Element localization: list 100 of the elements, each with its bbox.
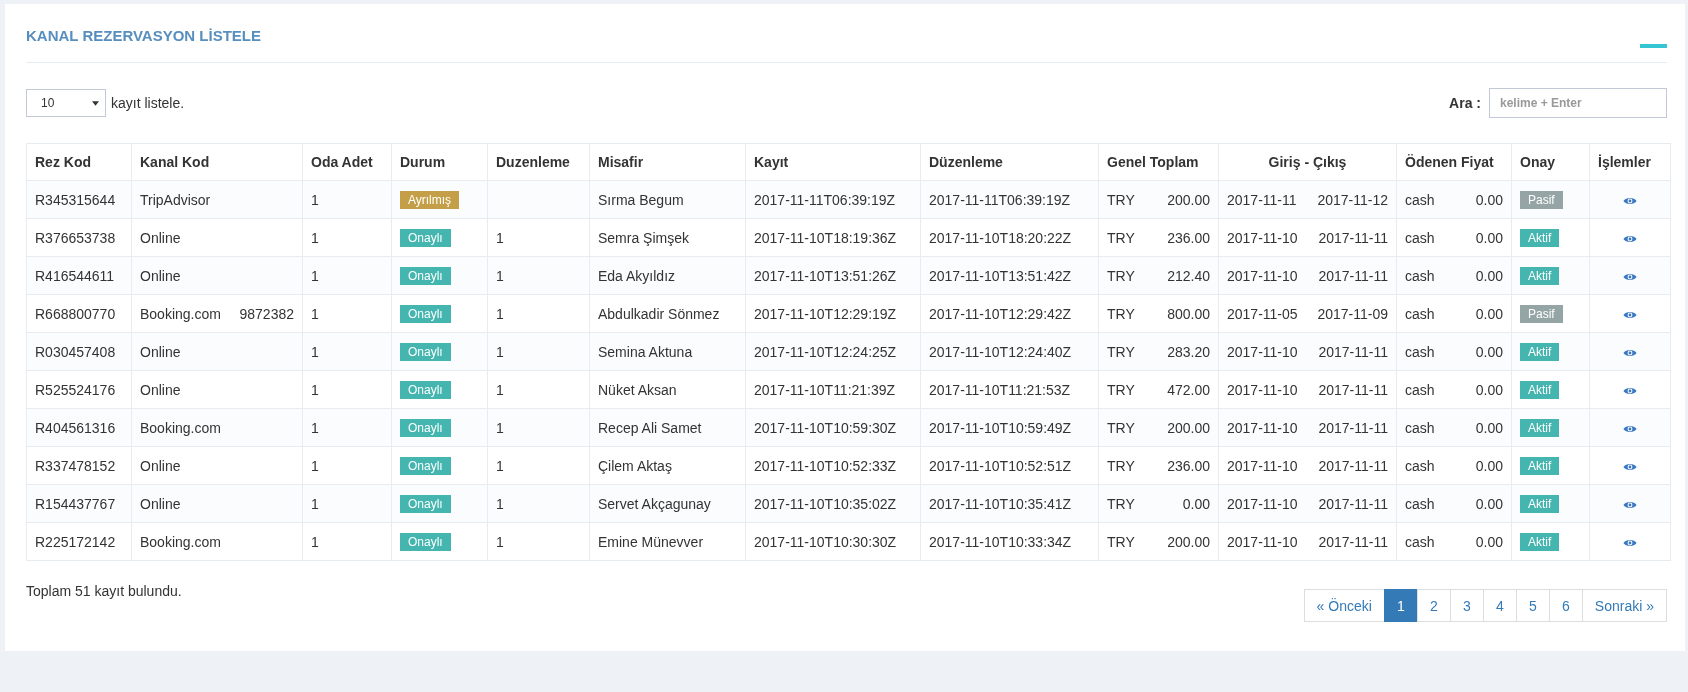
table-cell: 2017-11-10T10:52:51Z [920,446,1099,485]
paid-amount: 0.00 [1475,191,1503,208]
table-cell: 1 [302,218,392,257]
view-icon[interactable] [1623,347,1637,358]
currency: TRY [1107,533,1135,550]
table-cell: 1 [487,446,590,485]
table-cell: 2017-11-10T12:29:42Z [920,294,1099,333]
total-amount: 200.00 [1167,419,1210,436]
page-button[interactable]: 4 [1482,589,1517,622]
check-in-date: 2017-11-10 [1227,343,1298,360]
total-amount: 800.00 [1167,305,1210,322]
table-cell: R376653738 [26,218,132,257]
table-cell: R525524176 [26,370,132,409]
check-in-date: 2017-11-10 [1227,267,1298,284]
payment-method: cash [1405,533,1435,550]
paid-amount: 0.00 [1475,533,1503,550]
approval-badge: Aktif [1520,418,1560,437]
column-header: Rez Kod [26,143,132,181]
table-cell: 1 [302,408,392,447]
table-cell: 2017-11-10T10:35:41Z [920,484,1099,523]
page-button[interactable]: 3 [1449,589,1484,622]
table-cell: 1 [302,180,392,219]
check-out-date: 2017-11-11 [1318,457,1388,474]
currency: TRY [1107,457,1135,474]
channel-reference: 9872382 [239,305,294,322]
search-field[interactable]: kelime + Enter [1489,88,1667,118]
column-header: Oda Adet [302,143,392,181]
table-cell: 1 [302,446,392,485]
channel-name: Online [140,457,181,474]
column-header: Misafir [589,143,746,181]
channel-name: Online [140,381,181,398]
page-button[interactable]: 6 [1548,589,1583,622]
check-out-date: 2017-11-11 [1318,533,1388,550]
next-page-button[interactable]: Sonraki » [1581,589,1667,622]
total-amount: 0.00 [1182,495,1210,512]
page-button[interactable]: 5 [1515,589,1550,622]
view-icon[interactable] [1623,423,1637,434]
page-button[interactable]: 2 [1416,589,1451,622]
panel-title: KANAL REZERVASYON LİSTELE [26,27,262,46]
table-cell: 2017-11-10T12:29:19Z [745,294,921,333]
total-amount: 472.00 [1167,381,1210,398]
table-cell: Semina Aktuna [589,332,746,371]
view-icon[interactable] [1623,385,1637,396]
page-button[interactable]: 1 [1383,589,1418,622]
table-cell: 2017-11-10T12:24:25Z [745,332,921,371]
channel-name: Online [140,495,181,512]
table-cell: 1 [487,218,590,257]
paid-amount: 0.00 [1475,229,1503,246]
check-out-date: 2017-11-11 [1318,381,1388,398]
view-icon[interactable] [1623,499,1637,510]
currency: TRY [1107,229,1135,246]
page-size-select[interactable]: 10 [26,89,106,117]
currency: TRY [1107,267,1135,284]
channel-name: Online [140,267,181,284]
previous-page-button[interactable]: « Önceki [1303,589,1385,622]
channel-name: Online [140,343,181,360]
search-label: Ara : [1449,95,1481,111]
table-cell: Çilem Aktaş [589,446,746,485]
status-badge: Onaylı [400,494,451,513]
column-header: Ödenen Fiyat [1396,143,1512,181]
view-icon[interactable] [1623,233,1637,244]
channel-name: Booking.com [140,533,221,550]
check-out-date: 2017-11-09 [1317,305,1388,322]
status-badge: Onaylı [400,380,451,399]
check-out-date: 2017-11-11 [1318,419,1388,436]
table-cell: 2017-11-10T18:19:36Z [745,218,921,257]
status-badge: Onaylı [400,418,451,437]
channel-name: Booking.com [140,305,221,322]
payment-method: cash [1405,343,1435,360]
table-cell: 1 [302,522,392,561]
payment-method: cash [1405,267,1435,284]
table-cell: Nüket Aksan [589,370,746,409]
payment-method: cash [1405,457,1435,474]
channel-name: Online [140,229,181,246]
view-icon[interactable] [1623,461,1637,472]
status-badge: Onaylı [400,266,451,285]
view-icon[interactable] [1623,195,1637,206]
table-cell: 2017-11-10T12:24:40Z [920,332,1099,371]
check-out-date: 2017-11-11 [1318,343,1388,360]
column-header: Durum [391,143,488,181]
check-out-date: 2017-11-11 [1318,495,1388,512]
paid-amount: 0.00 [1475,457,1503,474]
check-in-date: 2017-11-10 [1227,381,1298,398]
payment-method: cash [1405,381,1435,398]
table-cell: 1 [302,332,392,371]
paid-amount: 0.00 [1475,381,1503,398]
paid-amount: 0.00 [1475,343,1503,360]
currency: TRY [1107,381,1135,398]
table-cell: 1 [487,294,590,333]
table-cell: 2017-11-10T10:30:30Z [745,522,921,561]
table-cell: 2017-11-11T06:39:19Z [920,180,1099,219]
view-icon[interactable] [1623,271,1637,282]
column-header: İşlemler [1589,143,1671,181]
view-icon[interactable] [1623,309,1637,320]
check-in-date: 2017-11-11 [1227,191,1297,208]
table-cell: 1 [487,256,590,295]
check-in-date: 2017-11-10 [1227,229,1298,246]
status-badge: Onaylı [400,532,451,551]
view-icon[interactable] [1623,537,1637,548]
currency: TRY [1107,495,1135,512]
